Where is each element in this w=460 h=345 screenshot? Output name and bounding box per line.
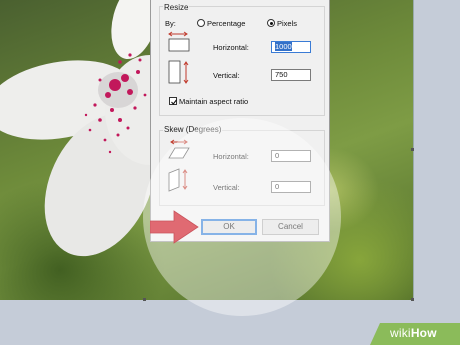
resize-vertical-input[interactable]: 750 (271, 69, 311, 81)
vertical-resize-icon (168, 60, 189, 84)
percentage-label[interactable]: Percentage (207, 19, 245, 28)
skew-vertical-label: Vertical: (213, 183, 240, 192)
skew-vertical-input[interactable]: 0 (271, 181, 311, 193)
maintain-aspect-checkbox[interactable] (169, 97, 177, 105)
resize-group-title: Resize (163, 3, 190, 12)
resize-skew-dialog: Resize By: Percentage Pixels Horizontal:… (150, 0, 330, 242)
by-label: By: (165, 19, 176, 28)
horizontal-skew-icon (168, 139, 190, 159)
ok-button[interactable]: OK (201, 219, 257, 235)
vertical-skew-icon (168, 168, 188, 192)
pixels-label[interactable]: Pixels (277, 19, 297, 28)
pointer-arrow-icon (150, 210, 199, 244)
resize-handle[interactable] (143, 298, 146, 301)
skew-horizontal-label: Horizontal: (213, 152, 249, 161)
resize-handle[interactable] (411, 298, 414, 301)
pixels-radio[interactable] (267, 19, 275, 27)
skew-group-title: Skew (Degrees) (163, 125, 223, 134)
wikihow-logo-text: wikiHow (390, 326, 437, 340)
skew-horizontal-input[interactable]: 0 (271, 150, 311, 162)
resize-vertical-label: Vertical: (213, 71, 240, 80)
resize-handle[interactable] (411, 148, 414, 151)
horizontal-resize-icon (168, 31, 190, 52)
maintain-aspect-label[interactable]: Maintain aspect ratio (179, 97, 248, 106)
workspace-right (414, 0, 460, 300)
percentage-radio[interactable] (197, 19, 205, 27)
resize-horizontal-input[interactable]: 1000 (271, 41, 311, 53)
cancel-button[interactable]: Cancel (262, 219, 319, 235)
resize-horizontal-label: Horizontal: (213, 43, 249, 52)
